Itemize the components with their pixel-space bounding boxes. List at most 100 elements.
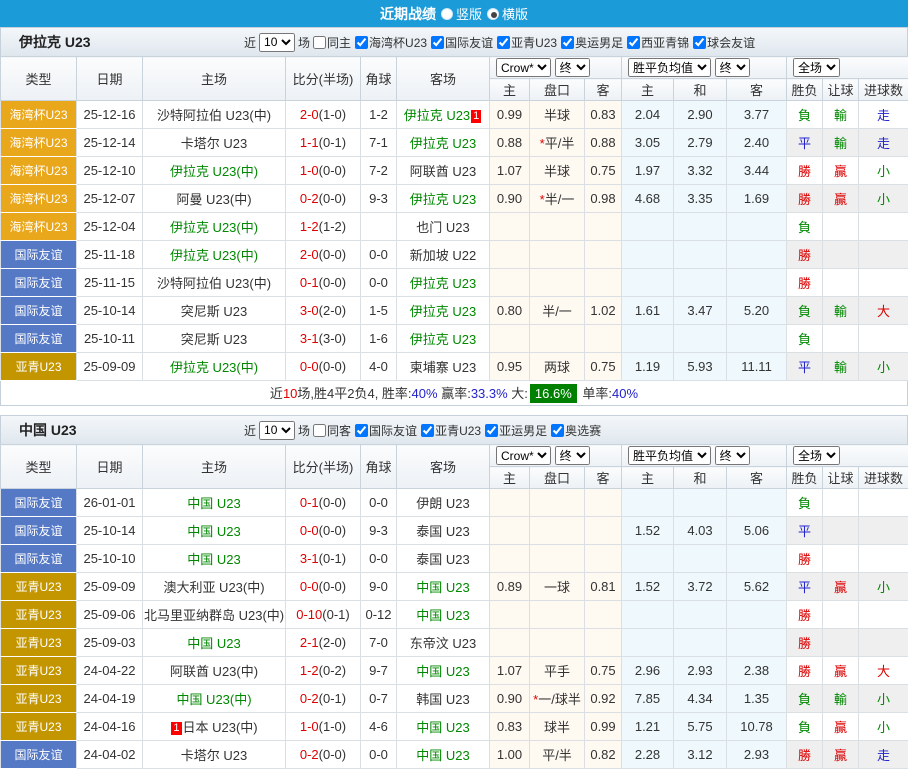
league-checkbox-intl[interactable] bbox=[431, 36, 444, 49]
avg-draw-cell: 5.75 bbox=[674, 713, 727, 741]
handicap-result-cell bbox=[823, 601, 859, 629]
match-date-cell: 25-09-03 bbox=[77, 629, 143, 657]
goals-result-value: 大 bbox=[877, 304, 890, 319]
home-team-name: 中国 U23 bbox=[187, 636, 240, 651]
result-cell: 負 bbox=[787, 325, 823, 353]
odds-time-select[interactable]: 终 bbox=[555, 446, 590, 465]
league-filter-intl[interactable]: 国际友谊 bbox=[352, 422, 417, 439]
avg-time-select[interactable]: 终 bbox=[715, 58, 750, 77]
league-filter-intl[interactable]: 国际友谊 bbox=[428, 34, 493, 51]
layout-vertical-option[interactable]: 竖版 bbox=[441, 4, 482, 23]
league-checkbox-olympic[interactable] bbox=[561, 36, 574, 49]
layout-horizontal-option[interactable]: 横版 bbox=[487, 4, 528, 23]
corner-cell: 0-12 bbox=[361, 601, 397, 629]
avg-time-select[interactable]: 终 bbox=[715, 446, 750, 465]
handicap-value: 平/半 bbox=[545, 136, 575, 151]
avg-select[interactable]: 胜平负均值 bbox=[628, 58, 711, 77]
half-time-score: (0-0) bbox=[319, 579, 346, 594]
match-row: 国际友谊 26-01-01 中国 U23 0-1(0-0) 0-0 伊朗 U23… bbox=[1, 489, 908, 517]
avg-draw-cell bbox=[674, 325, 727, 353]
vertical-radio[interactable] bbox=[441, 8, 453, 20]
odds-time-select[interactable]: 终 bbox=[555, 58, 590, 77]
match-type-cell: 亚青U23 bbox=[1, 629, 77, 657]
match-type-cell: 国际友谊 bbox=[1, 741, 77, 769]
bookmaker-select[interactable]: Crow* bbox=[496, 58, 551, 77]
same-away-checkbox[interactable] bbox=[313, 424, 326, 437]
league-filter-asianu23[interactable]: 亚青U23 bbox=[494, 34, 557, 51]
away-team-cell: 伊朗 U23 bbox=[397, 489, 490, 517]
league-filter-asianu23[interactable]: 亚青U23 bbox=[418, 422, 481, 439]
handicap-result-cell bbox=[823, 629, 859, 657]
scope-select[interactable]: 全场 bbox=[793, 58, 840, 77]
same-home-filter[interactable]: 同主 bbox=[310, 34, 351, 51]
handicap-cell: 半球 bbox=[530, 157, 585, 185]
iraq-panel-title: 伊拉克 U23 近 10 场 同主 海湾杯U23 国际友谊 亚青U23 奥运男足… bbox=[0, 27, 908, 56]
half-time-score: (0-1) bbox=[319, 551, 346, 566]
league-checkbox-olympicqual[interactable] bbox=[551, 424, 564, 437]
league-checkbox-gulf[interactable] bbox=[355, 36, 368, 49]
league-filter-club[interactable]: 球会友谊 bbox=[690, 34, 755, 51]
same-home-checkbox[interactable] bbox=[313, 36, 326, 49]
avg-draw-cell: 3.12 bbox=[674, 741, 727, 769]
result-cell: 勝 bbox=[787, 601, 823, 629]
result-value: 負 bbox=[798, 332, 811, 347]
same-away-filter[interactable]: 同客 bbox=[310, 422, 351, 439]
result-cell: 負 bbox=[787, 489, 823, 517]
league-checkbox-club[interactable] bbox=[693, 36, 706, 49]
away-team-cell: 中国 U23 bbox=[397, 741, 490, 769]
scope-select[interactable]: 全场 bbox=[793, 446, 840, 465]
league-checkbox-wasl[interactable] bbox=[627, 36, 640, 49]
odds-home-cell: 0.83 bbox=[490, 713, 530, 741]
home-team-name: 卡塔尔 U23 bbox=[181, 136, 247, 151]
avg-away-cell bbox=[727, 213, 787, 241]
handicap-result-cell bbox=[823, 325, 859, 353]
handicap-cell bbox=[530, 601, 585, 629]
handicap-cell: 平/半 bbox=[530, 741, 585, 769]
handicap-result-cell: 贏 bbox=[823, 185, 859, 213]
recent-count-select[interactable]: 10 bbox=[259, 421, 295, 440]
avg-home-cell: 4.68 bbox=[622, 185, 674, 213]
handicap-result-cell: 贏 bbox=[823, 157, 859, 185]
horizontal-radio[interactable] bbox=[487, 8, 499, 20]
score-cell: 0-1(0-0) bbox=[286, 269, 361, 297]
bookmaker-select[interactable]: Crow* bbox=[496, 446, 551, 465]
score-cell: 1-0(0-0) bbox=[286, 157, 361, 185]
league-checkbox-asianu23[interactable] bbox=[497, 36, 510, 49]
recent-count-select[interactable]: 10 bbox=[259, 33, 295, 52]
away-team-name: 中国 U23 bbox=[416, 720, 469, 735]
league-checkbox-asiangames[interactable] bbox=[485, 424, 498, 437]
avg-home-cell bbox=[622, 601, 674, 629]
corner-cell: 1-5 bbox=[361, 297, 397, 325]
result-cell: 勝 bbox=[787, 629, 823, 657]
away-team-name: 中国 U23 bbox=[416, 608, 469, 623]
score-cell: 3-0(2-0) bbox=[286, 297, 361, 325]
half-time-score: (0-1) bbox=[322, 607, 349, 622]
home-team-name: 中国 U23 bbox=[187, 524, 240, 539]
corner-cell: 7-1 bbox=[361, 129, 397, 157]
home-team-name: 伊拉克 U23(中) bbox=[170, 220, 258, 235]
league-checkbox-intl[interactable] bbox=[355, 424, 368, 437]
avg-select[interactable]: 胜平负均值 bbox=[628, 446, 711, 465]
away-team-cell: 泰国 U23 bbox=[397, 517, 490, 545]
league-filter-asiangames[interactable]: 亚运男足 bbox=[482, 422, 547, 439]
match-type-cell: 国际友谊 bbox=[1, 517, 77, 545]
odds-away-cell: 0.75 bbox=[585, 353, 622, 381]
goals-result-cell: 小 bbox=[859, 573, 908, 601]
match-type-cell: 国际友谊 bbox=[1, 297, 77, 325]
league-filter-olympicqual[interactable]: 奥选赛 bbox=[548, 422, 601, 439]
handicap-result-cell bbox=[823, 517, 859, 545]
odds-away-cell: 0.92 bbox=[585, 685, 622, 713]
full-time-score: 0-0 bbox=[300, 579, 319, 594]
match-date-cell: 24-04-19 bbox=[77, 685, 143, 713]
league-filter-gulf[interactable]: 海湾杯U23 bbox=[352, 34, 427, 51]
league-filter-olympic[interactable]: 奥运男足 bbox=[558, 34, 623, 51]
handicap-cell: *半/一 bbox=[530, 185, 585, 213]
result-cell: 平 bbox=[787, 129, 823, 157]
avg-away-cell: 11.11 bbox=[727, 353, 787, 381]
league-checkbox-asianu23[interactable] bbox=[421, 424, 434, 437]
league-filter-wasl[interactable]: 西亚青锦 bbox=[624, 34, 689, 51]
half-time-score: (2-0) bbox=[319, 303, 346, 318]
handicap-result-value: 贏 bbox=[834, 720, 847, 735]
full-time-score: 1-1 bbox=[300, 135, 319, 150]
match-row: 亚青U23 25-09-09 澳大利亚 U23(中) 0-0(0-0) 9-0 … bbox=[1, 573, 908, 601]
